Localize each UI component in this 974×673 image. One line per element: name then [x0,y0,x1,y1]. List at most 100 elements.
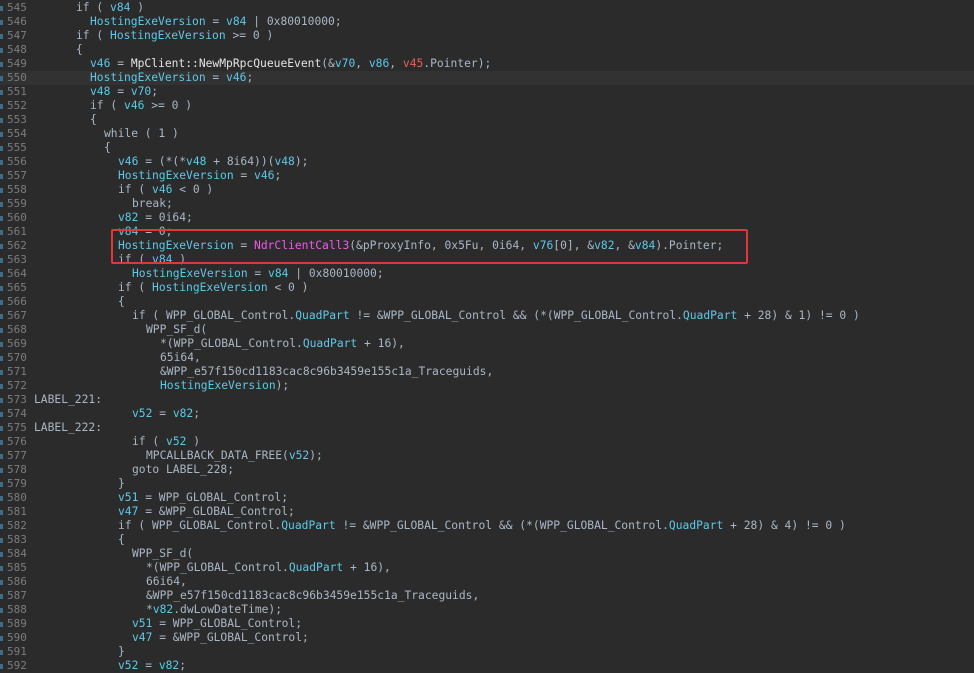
code-line[interactable]: 547 if ( HostingExeVersion >= 0 ) [0,29,974,43]
code-line[interactable]: 580 v51 = WPP_GLOBAL_Control; [0,491,974,505]
code-line[interactable]: 556 v46 = (*(*v48 + 8i64))(v48); [0,155,974,169]
code-token-plain: = [152,407,173,420]
line-text: if ( v84 ) [118,253,186,267]
line-marker [0,272,3,277]
code-token-var: v70 [130,85,152,98]
code-line[interactable]: 572 HostingExeVersion); [0,379,974,393]
code-line[interactable]: 570 65i64, [0,351,974,365]
line-number: 569 [7,337,27,350]
line-text: v46 = (*(*v48 + 8i64))(v48); [118,155,308,169]
code-line[interactable]: 590 v47 = &WPP_GLOBAL_Control; [0,631,974,645]
code-line[interactable]: 549 v46 = MpClient::NewMpRpcQueueEvent(&v… [0,57,974,71]
code-line[interactable]: 557 HostingExeVersion = v46; [0,169,974,183]
line-marker [0,328,3,333]
code-line[interactable]: 587 &WPP_e57f150cd1183cac8c96b3459e155c1a… [0,589,974,603]
code-line[interactable]: 591} [0,645,974,659]
code-line[interactable]: 563 if ( v84 ) [0,253,974,267]
code-token-plain: = [205,15,227,28]
code-token-var: QuadPart [302,337,358,350]
code-line[interactable]: 558 if ( v46 < 0 ) [0,183,974,197]
line-text: v48 = v70; [90,85,158,99]
code-line[interactable]: 550 HostingExeVersion = v46; [0,71,974,85]
code-token-plain: = [233,239,255,252]
code-line[interactable]: 569 *(WPP_GLOBAL_Control.QuadPart + 16), [0,337,974,351]
code-line[interactable]: 579} [0,477,974,491]
code-token-var: v46 [226,71,247,84]
code-line[interactable]: 584 WPP_SF_d( [0,547,974,561]
code-line[interactable]: 565 if ( HostingExeVersion < 0 ) [0,281,974,295]
code-line[interactable]: 574 v52 = v82; [0,407,974,421]
code-line[interactable]: 575 LABEL_222: [0,421,974,435]
code-line[interactable]: 573 LABEL_221: [0,393,974,407]
code-token-plain: , [355,57,369,70]
code-line[interactable]: 588 *v82.dwLowDateTime); [0,603,974,617]
code-line[interactable]: 559 break; [0,197,974,211]
code-line[interactable]: 555 { [0,141,974,155]
code-line[interactable]: 581 v47 = &WPP_GLOBAL_Control; [0,505,974,519]
code-token-var: QuadPart [288,561,344,574]
code-line[interactable]: 568 WPP_SF_d( [0,323,974,337]
line-marker [0,398,3,403]
code-token-plain: if ( WPP_GLOBAL_Control. [118,519,282,532]
code-line[interactable]: 577 MPCALLBACK_DATA_FREE(v52); [0,449,974,463]
code-token-plain: ; [151,85,159,98]
code-line[interactable]: 548 { [0,43,974,57]
code-token-plain: } [118,477,125,490]
code-line[interactable]: 551 v48 = v70; [0,85,974,99]
line-number: 545 [7,1,27,14]
code-line[interactable]: 585 *(WPP_GLOBAL_Control.QuadPart + 16), [0,561,974,575]
line-gutter: 590 [0,631,30,645]
line-number: 570 [7,351,27,364]
code-line[interactable]: 582 if ( WPP_GLOBAL_Control.QuadPart != &… [0,519,974,533]
line-gutter: 564 [0,267,30,281]
code-line[interactable]: 576 if ( v52 ) [0,435,974,449]
code-line[interactable]: 586 66i64, [0,575,974,589]
code-line[interactable]: 552 if ( v46 >= 0 ) [0,99,974,113]
code-line[interactable]: 545 if ( v84 ) [0,1,974,15]
code-line[interactable]: 589 v51 = WPP_GLOBAL_Control; [0,617,974,631]
line-number: 584 [7,547,27,560]
line-number: 590 [7,631,27,644]
line-text: { [90,113,97,127]
code-token-plain: = &WPP_GLOBAL_Control; [138,505,295,518]
code-line[interactable]: 553 { [0,113,974,127]
code-editor[interactable]: 545 if ( v84 ) 546 HostingExeVersion = v84 … [0,0,974,673]
code-line[interactable]: 560 v82 = 0i64; [0,211,974,225]
code-line[interactable]: 566 { [0,295,974,309]
line-gutter: 546 [0,15,30,29]
code-token-plain: != &WPP_GLOBAL_Control && (*(WPP_GLOBAL_… [335,519,669,532]
code-line[interactable]: 583 { [0,533,974,547]
code-line[interactable]: 562 HostingExeVersion = NdrClientCall3(&p… [0,239,974,253]
code-token-plain: + 8i64))( [206,155,275,168]
line-text: 66i64, [146,575,187,589]
code-token-plain: } [118,645,125,658]
code-token-plain: if ( [118,281,153,294]
line-number: 572 [7,379,27,392]
line-gutter: 568 [0,323,30,337]
code-line[interactable]: 561 v84 = 0; [0,225,974,239]
code-token-plain: if ( [90,99,125,112]
code-token-var: v48 [186,155,207,168]
code-line[interactable]: 578 goto LABEL_228; [0,463,974,477]
line-marker [0,454,3,459]
line-gutter: 550 [0,71,30,85]
code-line[interactable]: 592 v52 = v82; [0,659,974,673]
line-marker [0,76,3,81]
code-line[interactable]: 564 HostingExeVersion = v84 | 0x80010000; [0,267,974,281]
line-gutter: 589 [0,617,30,631]
line-number: 588 [7,603,27,616]
line-text: { [118,295,125,309]
line-marker [0,202,3,207]
code-token-var: v84 [152,253,173,266]
code-token-var: v46 [152,183,173,196]
code-line[interactable]: 546 HostingExeVersion = v84 | 0x80010000; [0,15,974,29]
code-token-plain: = [110,57,131,70]
code-line[interactable]: 567 if ( WPP_GLOBAL_Control.QuadPart != &… [0,309,974,323]
line-text: *(WPP_GLOBAL_Control.QuadPart + 16), [146,561,391,575]
code-token-plain: .Pointer); [423,57,492,70]
code-line[interactable]: 571 &WPP_e57f150cd1183cac8c96b3459e155c1a… [0,365,974,379]
line-marker [0,426,3,431]
code-line[interactable]: 554 while ( 1 ) [0,127,974,141]
line-number: 571 [7,365,27,378]
line-gutter: 574 [0,407,30,421]
